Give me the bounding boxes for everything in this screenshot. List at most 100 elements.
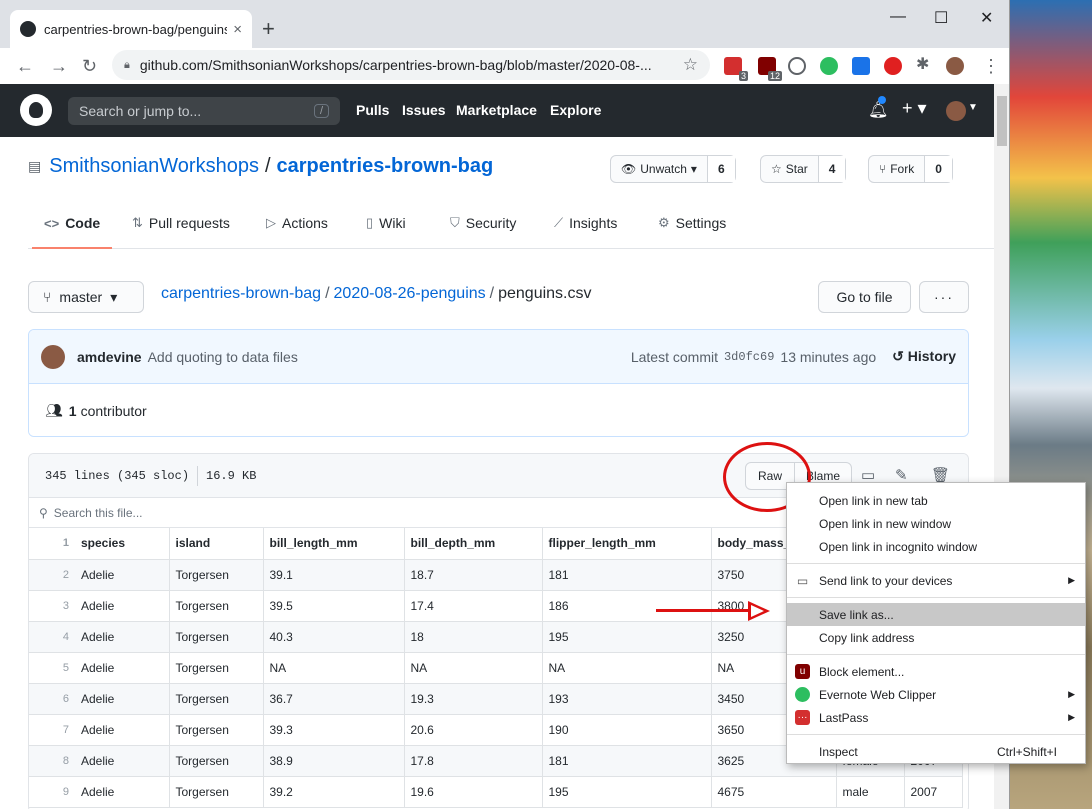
line-number[interactable]: 7 (29, 714, 75, 746)
menu-divider (787, 563, 1085, 564)
forward-icon[interactable]: → (50, 56, 68, 77)
scrollbar-thumb[interactable] (997, 96, 1007, 146)
line-number[interactable]: 3 (29, 590, 75, 622)
back-icon[interactable]: ← (16, 56, 34, 77)
tab-strip: carpentries-brown-bag/penguins × + — ☐ ✕ (0, 0, 1009, 48)
lastpass-extension-icon[interactable]: 3 (724, 57, 748, 81)
extension-badge: 3 (738, 71, 748, 81)
menu-block-element[interactable]: u Block element... (787, 660, 1085, 683)
breadcrumb-repo-link[interactable]: carpentries-brown-bag (161, 285, 321, 302)
menu-open-new-window[interactable]: Open link in new window (787, 512, 1085, 535)
tab-settings[interactable]: ⚙ Settings (658, 215, 726, 231)
notifications-bell-icon[interactable]: 🔔︎ (868, 96, 888, 120)
repo-heading: ▤ SmithsonianWorkshops / carpentries-bro… (28, 155, 493, 178)
extensions-puzzle-icon[interactable]: ✱ (916, 54, 934, 73)
repo-owner-link[interactable]: SmithsonianWorkshops (49, 155, 259, 178)
tab-label: Pull requests (148, 215, 230, 231)
commit-sha[interactable]: 3d0fc69 (724, 350, 774, 364)
tab-security[interactable]: ⛉ Security (450, 215, 516, 231)
breadcrumb-dir-link[interactable]: 2020-08-26-penguins (334, 285, 486, 302)
menu-evernote[interactable]: Evernote Web Clipper ▶ (787, 683, 1085, 706)
go-to-file-button[interactable]: Go to file (818, 281, 911, 313)
table-cell: 17.8 (404, 745, 543, 777)
line-number[interactable]: 2 (29, 559, 75, 591)
line-number[interactable]: 1 (29, 528, 75, 560)
unwatch-label: Unwatch (640, 162, 687, 176)
user-avatar[interactable] (946, 101, 966, 121)
github-search-input[interactable]: Search or jump to... / (68, 97, 340, 125)
table-cell: 19.3 (404, 683, 543, 715)
submenu-arrow-icon: ▶ (1068, 689, 1075, 699)
line-number[interactable]: 6 (29, 683, 75, 715)
unwatch-button[interactable]: 👁︎ Unwatch ▾ 6 (610, 155, 736, 183)
commit-author-avatar[interactable] (41, 344, 65, 369)
red-extension-icon[interactable] (884, 57, 902, 75)
star-button[interactable]: ☆ Star 4 (760, 155, 847, 183)
minimize-icon[interactable]: — (890, 8, 906, 26)
tab-actions[interactable]: ▷ Actions (266, 215, 328, 231)
close-window-icon[interactable]: ✕ (980, 8, 993, 28)
nav-explore[interactable]: Explore (550, 102, 601, 118)
star-count[interactable]: 4 (817, 156, 846, 182)
new-tab-button[interactable]: + (262, 16, 275, 42)
bookmark-star-icon[interactable]: ☆ (683, 55, 698, 75)
url-text: github.com/SmithsonianWorkshops/carpentr… (139, 57, 652, 73)
table-cell: 186 (542, 590, 712, 622)
tab-code[interactable]: <> Code (31, 215, 113, 249)
tab-pull-requests[interactable]: ⇅ Pull requests (132, 215, 230, 231)
chevron-down-icon[interactable]: ▼ (968, 102, 978, 113)
evernote-extension-icon[interactable] (820, 57, 838, 75)
maximize-icon[interactable]: ☐ (934, 8, 948, 28)
commit-message[interactable]: Add quoting to data files (148, 349, 298, 365)
fork-count[interactable]: 0 (924, 156, 952, 182)
notification-dot (878, 96, 886, 104)
play-icon: ▷ (266, 215, 276, 230)
github-logo-icon[interactable] (20, 94, 52, 126)
table-cell: Torgersen (169, 776, 264, 808)
create-new-icon[interactable]: + ▾ (902, 98, 927, 119)
contributor-count: 1 (68, 402, 77, 419)
menu-open-new-tab[interactable]: Open link in new tab (787, 489, 1085, 512)
tab-insights[interactable]: ⟋ Insights (554, 215, 617, 231)
nav-pulls[interactable]: Pulls (356, 102, 389, 118)
close-tab-icon[interactable]: × (233, 21, 242, 38)
table-cell: 190 (542, 714, 712, 746)
s-extension-icon[interactable] (852, 57, 870, 75)
contributor-label: contributor (80, 402, 147, 419)
repo-name-link[interactable]: carpentries-brown-bag (277, 155, 494, 178)
line-number[interactable]: 5 (29, 652, 75, 684)
table-cell: 38.9 (263, 745, 405, 777)
menu-divider (787, 654, 1085, 655)
menu-label: Open link in new tab (819, 493, 928, 508)
eye-icon: 👁︎ (621, 162, 637, 176)
fork-button[interactable]: ⑂ Fork 0 (868, 155, 953, 183)
line-number[interactable]: 8 (29, 745, 75, 777)
address-bar[interactable]: 🔒︎ github.com/SmithsonianWorkshops/carpe… (112, 50, 710, 80)
menu-open-incognito[interactable]: Open link in incognito window (787, 535, 1085, 558)
nav-marketplace[interactable]: Marketplace (456, 102, 537, 118)
profile-avatar[interactable] (946, 57, 964, 75)
branch-selector[interactable]: ⑂ master ▾ (28, 281, 144, 313)
menu-send-to-devices[interactable]: ▭ Send link to your devices ▶ (787, 569, 1085, 592)
menu-copy-link-address[interactable]: Copy link address (787, 626, 1085, 649)
menu-save-link-as[interactable]: Save link as... (787, 603, 1085, 626)
browser-tab[interactable]: carpentries-brown-bag/penguins × (10, 10, 252, 48)
globe-extension-icon[interactable] (788, 57, 806, 75)
commit-author[interactable]: amdevine (77, 349, 142, 365)
menu-label: Open link in new window (819, 516, 952, 531)
ublock-extension-icon[interactable]: 12 (758, 57, 782, 81)
history-button[interactable]: ↺ History (892, 348, 956, 365)
table-cell: Adelie (75, 776, 170, 808)
contributors-row[interactable]: 👥︎ 1 contributor (29, 384, 968, 436)
menu-inspect[interactable]: Inspect Ctrl+Shift+I (787, 740, 1085, 763)
watch-count[interactable]: 6 (706, 156, 735, 182)
line-number[interactable]: 9 (29, 776, 75, 808)
menu-lastpass[interactable]: ··· LastPass ▶ (787, 706, 1085, 729)
nav-issues[interactable]: Issues (402, 102, 446, 118)
table-cell: 39.2 (263, 776, 405, 808)
menu-kebab-icon[interactable]: ⋮ (982, 56, 1000, 77)
more-options-button[interactable]: ··· (919, 281, 969, 313)
reload-icon[interactable]: ↻ (82, 56, 97, 77)
line-number[interactable]: 4 (29, 621, 75, 653)
tab-wiki[interactable]: ▯ Wiki (366, 215, 406, 231)
